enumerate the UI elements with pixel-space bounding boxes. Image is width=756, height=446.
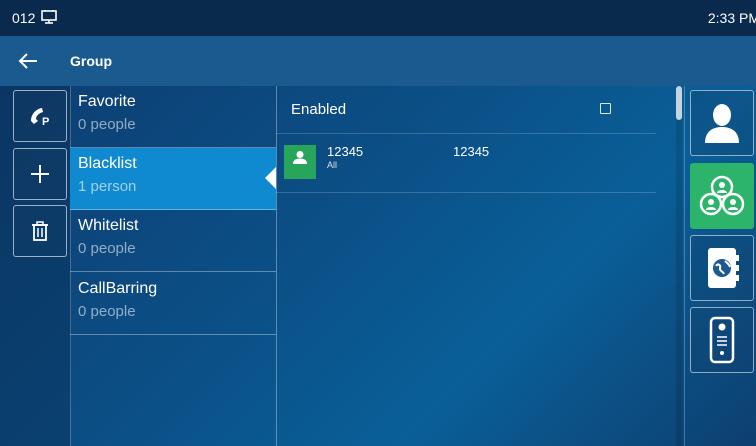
status-left: 012 (0, 9, 59, 27)
clock: 2:33 PM (707, 10, 756, 26)
add-icon (31, 165, 49, 183)
enabled-row[interactable]: Enabled (276, 86, 656, 134)
add-button[interactable] (13, 148, 67, 200)
scroll-thumb[interactable] (676, 86, 682, 120)
group-item-callbarring[interactable]: CallBarring 0 people (70, 273, 276, 335)
group-name: Blacklist (78, 155, 137, 172)
page-title: Group (70, 53, 112, 69)
back-button[interactable] (0, 36, 56, 86)
group-count: 0 people (78, 303, 136, 320)
network-icon (41, 9, 59, 27)
delete-icon (32, 221, 48, 241)
group-count: 1 person (78, 178, 137, 195)
delete-button[interactable] (13, 205, 67, 257)
enabled-checkbox[interactable] (600, 103, 611, 114)
group-detail: Enabled 12345 All 12345 (276, 86, 676, 446)
group-count: 0 people (78, 116, 136, 133)
group-item-whitelist[interactable]: Whitelist 0 people (70, 210, 276, 272)
group-item-favorite[interactable]: Favorite 0 people (70, 86, 276, 148)
svg-text:P: P (42, 116, 49, 127)
scrollbar[interactable] (676, 86, 682, 446)
phone-p-button[interactable]: P (13, 90, 67, 142)
group-count: 0 people (78, 240, 136, 257)
tab-door-phone[interactable] (690, 307, 754, 373)
group-name: Favorite (78, 93, 136, 110)
group-item-blacklist[interactable]: Blacklist 1 person (70, 148, 276, 210)
group-icon (699, 175, 745, 216)
contact-avatar-icon (284, 145, 316, 179)
contact-group: All (327, 160, 338, 170)
tab-contacts[interactable] (690, 90, 754, 156)
contact-number: 12345 (453, 144, 490, 159)
status-bar: 012 2:33 PM (0, 0, 756, 36)
contact-name: 12345 (327, 144, 364, 159)
back-arrow-icon (18, 53, 37, 69)
tab-network-directory[interactable] (690, 235, 754, 301)
contact-icon (705, 104, 739, 143)
left-action-bar: P (0, 86, 71, 446)
group-name: CallBarring (78, 280, 158, 297)
group-name: Whitelist (78, 217, 139, 234)
selection-pointer (265, 167, 276, 189)
contact-row[interactable]: 12345 All 12345 (276, 133, 656, 193)
network-directory-icon (708, 248, 739, 288)
enabled-label: Enabled (291, 101, 347, 118)
right-tab-bar (684, 86, 756, 446)
title-bar: Group (0, 36, 756, 86)
account-label: 012 (12, 10, 36, 26)
door-phone-icon (709, 316, 735, 364)
tab-groups[interactable] (690, 163, 754, 229)
group-list: Favorite 0 people Blacklist 1 person Whi… (70, 86, 277, 446)
phone-p-icon: P (31, 108, 49, 127)
